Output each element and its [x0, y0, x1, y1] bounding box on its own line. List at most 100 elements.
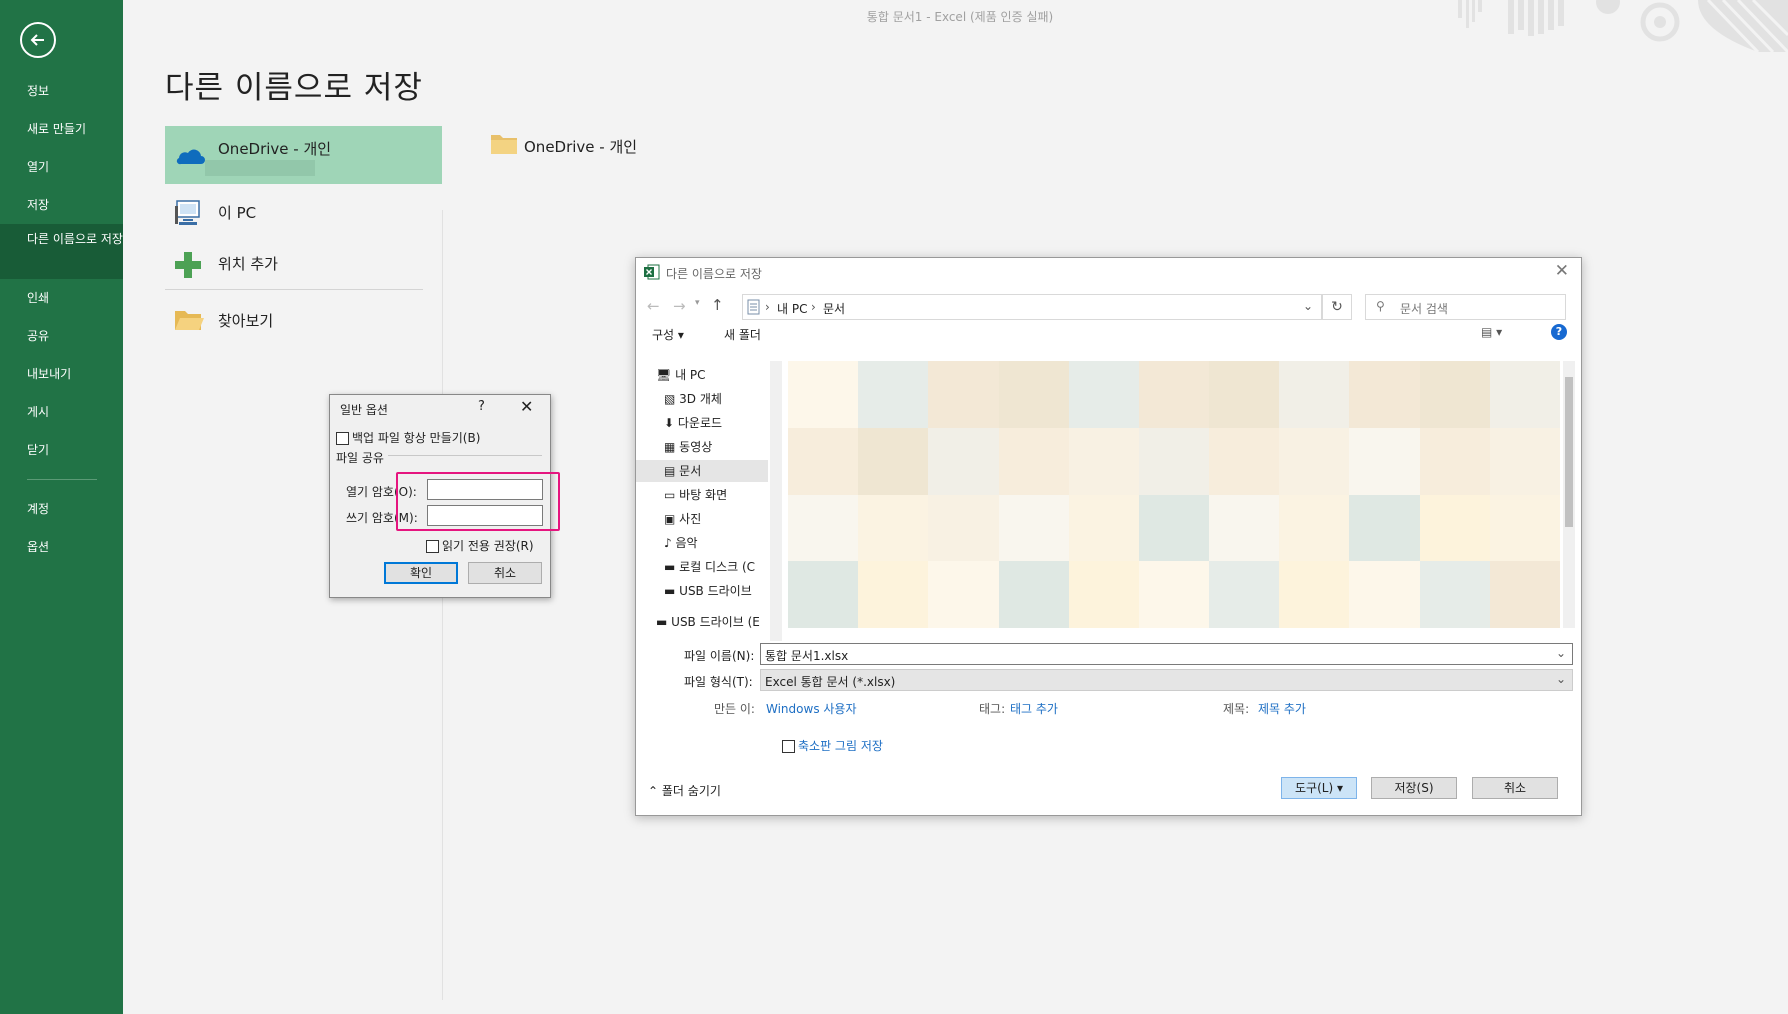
navigation-tree: 🖥 내 PC ▧ 3D 개체 ⬇ 다운로드 ▦ 동영상 ▤ 문서 ▭ 바탕 화면… — [636, 361, 783, 641]
search-placeholder: 문서 검색 — [1400, 302, 1448, 316]
search-box[interactable]: ⚲ 문서 검색 — [1365, 294, 1566, 320]
tree-item-usb-drive-e[interactable]: ▬ USB 드라이브 (E — [656, 611, 760, 633]
file-list-blur-cell — [1349, 427, 1420, 495]
doc-title-value[interactable]: 제목 추가 — [1258, 700, 1306, 717]
author-label: 만든 이: — [714, 702, 755, 716]
tree-scrollbar[interactable] — [770, 361, 782, 641]
forward-arrow-icon[interactable]: → — [673, 297, 686, 315]
thumbnail-checkbox-row[interactable]: 축소판 그림 저장 — [782, 737, 883, 754]
nav-info[interactable]: 정보 — [0, 76, 123, 106]
close-icon[interactable]: ✕ — [1555, 261, 1569, 281]
file-list-blur-cell — [998, 561, 1069, 628]
location-this-pc-label: 이 PC — [218, 204, 257, 222]
readonly-checkbox-row[interactable]: 읽기 전용 권장(R) — [426, 537, 534, 554]
ok-button[interactable]: 확인 — [384, 562, 458, 584]
backup-label: 백업 파일 항상 만들기(B) — [352, 431, 481, 445]
tools-button[interactable]: 도구(L) ▾ — [1281, 777, 1357, 799]
nav-publish[interactable]: 게시 — [0, 397, 123, 427]
file-list-blur-cell — [928, 361, 999, 428]
up-arrow-icon[interactable]: ↑ — [711, 296, 724, 314]
general-options-title: 일반 옵션 — [340, 403, 388, 417]
file-list-blur-cell — [1419, 494, 1490, 562]
tree-item-downloads[interactable]: ⬇ 다운로드 — [664, 412, 722, 434]
tree-item-desktop[interactable]: ▭ 바탕 화면 — [664, 484, 727, 506]
file-list-blur-cell — [788, 361, 859, 428]
nav-account[interactable]: 계정 — [0, 494, 123, 524]
tree-item-videos[interactable]: ▦ 동영상 — [664, 436, 712, 458]
nav-open[interactable]: 열기 — [0, 152, 123, 182]
thumbnail-label: 축소판 그림 저장 — [798, 739, 883, 753]
excel-icon — [644, 264, 660, 280]
nav-export[interactable]: 내보내기 — [0, 359, 123, 389]
tree-item-local-disk[interactable]: ▬ 로컬 디스크 (C — [664, 556, 755, 578]
hide-folders-label: 폴더 숨기기 — [661, 784, 721, 798]
breadcrumb-mypc[interactable]: 내 PC — [777, 300, 807, 317]
file-name-input[interactable]: 통합 문서1.xlsx ⌄ — [760, 643, 1573, 665]
new-folder-button[interactable]: 새 폴더 — [724, 326, 761, 343]
file-list-blurred[interactable] — [788, 361, 1560, 628]
hide-folders-toggle[interactable]: ⌃ 폴더 숨기기 — [648, 782, 721, 799]
location-onedrive[interactable]: OneDrive - 개인 — [165, 126, 442, 184]
tree-item-pictures[interactable]: ▣ 사진 — [664, 508, 701, 530]
file-list-blur-cell — [1489, 494, 1560, 562]
tree-item-documents[interactable]: ▤ 문서 — [636, 460, 768, 482]
location-add-place[interactable]: 위치 추가 — [165, 248, 442, 288]
backup-checkbox-row[interactable]: 백업 파일 항상 만들기(B) — [336, 429, 480, 446]
close-icon[interactable]: ✕ — [520, 397, 533, 416]
nav-close[interactable]: 닫기 — [0, 435, 123, 465]
file-list-blur-cell — [858, 494, 929, 562]
nav-save[interactable]: 저장 — [0, 190, 123, 220]
page-title: 다른 이름으로 저장 — [165, 70, 423, 106]
save-button[interactable]: 저장(S) — [1371, 777, 1457, 799]
file-list-scrollbar[interactable] — [1563, 361, 1575, 628]
nav-print[interactable]: 인쇄 — [0, 283, 123, 313]
refresh-button[interactable]: ↻ — [1322, 294, 1352, 320]
doc-title-label: 제목: — [1223, 702, 1250, 716]
file-list-blur-cell — [998, 427, 1069, 495]
nav-share[interactable]: 공유 — [0, 321, 123, 351]
location-this-pc[interactable]: 이 PC — [165, 198, 442, 238]
organize-menu[interactable]: 구성 ▾ — [652, 326, 684, 343]
view-options-icon[interactable]: ▤ ▾ — [1481, 325, 1502, 339]
file-type-select[interactable]: Excel 통합 문서 (*.xlsx) ⌄ — [760, 669, 1573, 691]
nav-save-as[interactable]: 다른 이름으로 저장 — [0, 224, 123, 279]
chevron-right-icon: › — [811, 300, 816, 314]
tree-item-usb-drive[interactable]: ▬ USB 드라이브 — [664, 580, 752, 602]
help-button[interactable]: ? — [478, 399, 485, 414]
back-button[interactable] — [20, 22, 56, 58]
help-icon[interactable]: ? — [1551, 324, 1567, 340]
nav-options[interactable]: 옵션 — [0, 532, 123, 562]
file-list-blur-cell — [1068, 494, 1139, 562]
computer-icon — [175, 200, 200, 225]
header-decoration-pattern — [1458, 0, 1788, 52]
recent-locations-icon[interactable]: ▾ — [695, 298, 700, 308]
back-arrow-icon[interactable]: ← — [647, 297, 660, 315]
tags-value[interactable]: 태그 추가 — [1010, 700, 1058, 717]
file-list-blur-cell — [1279, 427, 1350, 495]
cancel-button[interactable]: 취소 — [1472, 777, 1558, 799]
tree-item-3d-objects[interactable]: ▧ 3D 개체 — [664, 388, 722, 410]
thumbnail-checkbox[interactable] — [782, 740, 795, 753]
file-list-blur-cell — [788, 561, 859, 628]
tree-item-music[interactable]: ♪ 음악 — [664, 532, 698, 554]
chevron-right-icon: › — [765, 300, 770, 314]
address-bar[interactable]: › 내 PC › 문서 ⌄ — [742, 294, 1322, 320]
chevron-down-icon[interactable]: ⌄ — [1303, 299, 1313, 313]
breadcrumb-documents[interactable]: 문서 — [823, 300, 845, 317]
tree-item-mypc[interactable]: 🖥 내 PC — [656, 364, 706, 386]
location-browse[interactable]: 찾아보기 — [165, 305, 442, 345]
backstage-sidebar: 정보 새로 만들기 열기 저장 다른 이름으로 저장 인쇄 공유 내보내기 게시… — [0, 0, 123, 1014]
backup-checkbox[interactable] — [336, 432, 349, 445]
readonly-checkbox[interactable] — [426, 540, 439, 553]
file-list-blur-cell — [858, 561, 929, 628]
file-list-blur-cell — [928, 494, 999, 562]
author-value[interactable]: Windows 사용자 — [766, 700, 857, 717]
nav-new[interactable]: 새로 만들기 — [0, 114, 123, 144]
file-list-blur-cell — [928, 561, 999, 628]
cancel-button[interactable]: 취소 — [468, 562, 542, 584]
save-as-title: 다른 이름으로 저장 — [666, 267, 762, 281]
file-list-blur-cell — [1349, 561, 1420, 628]
location-separator — [165, 289, 423, 290]
folder-icon — [491, 135, 517, 154]
file-list-blur-cell — [1279, 361, 1350, 428]
